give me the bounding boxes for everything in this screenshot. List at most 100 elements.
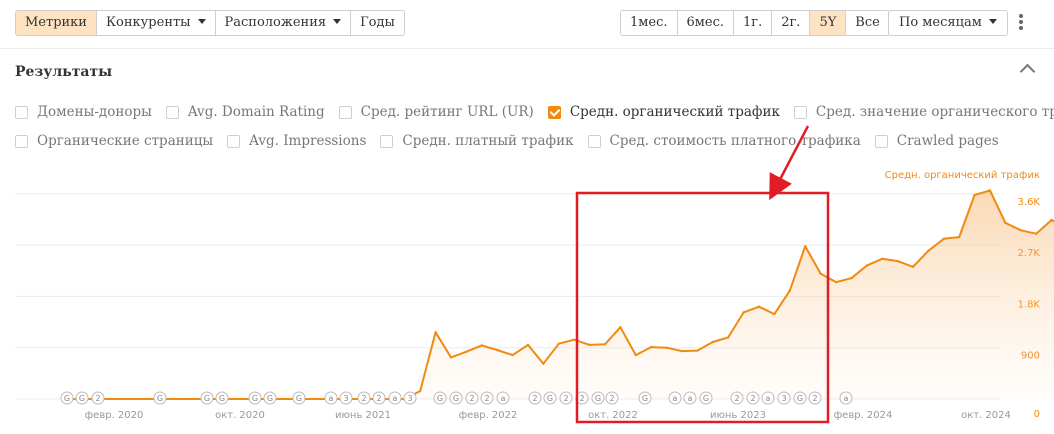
annotation-marker[interactable]: a [683, 391, 697, 405]
data-point [603, 343, 607, 346]
data-point [742, 311, 745, 314]
svg-text:2: 2 [734, 394, 739, 403]
y-tick-label: 3.6K [1018, 197, 1041, 208]
annotation-marker[interactable]: a [839, 391, 853, 405]
annotation-marker[interactable]: G [292, 391, 306, 405]
x-tick-label: февр. 2024 [834, 410, 893, 421]
annotation-marker[interactable]: G [433, 391, 447, 405]
annotation-marker[interactable]: 3 [777, 391, 791, 405]
annotation-marker[interactable]: G [591, 391, 605, 405]
annotation-marker[interactable]: a [388, 391, 402, 405]
annotation-marker[interactable]: G [543, 391, 557, 405]
svg-text:2: 2 [750, 394, 755, 403]
annotation-marker[interactable]: a [496, 391, 510, 405]
data-point [757, 305, 761, 308]
annotation-marker[interactable]: G [449, 391, 463, 405]
svg-text:3: 3 [407, 394, 412, 403]
svg-text:G: G [296, 394, 302, 403]
svg-text:3: 3 [781, 394, 786, 403]
annotation-marker[interactable]: G [60, 391, 74, 405]
data-point [696, 349, 699, 352]
data-point [865, 264, 868, 267]
data-point [141, 397, 145, 401]
data-point [1050, 218, 1053, 222]
annotation-marker[interactable]: a [761, 391, 775, 405]
svg-text:2: 2 [532, 394, 537, 403]
data-point [988, 189, 992, 192]
annotation-marker[interactable]: G [200, 391, 214, 405]
data-point [526, 343, 530, 347]
annotation-marker[interactable]: 2 [372, 391, 386, 405]
svg-text:G: G [642, 394, 648, 403]
data-point [634, 353, 637, 357]
data-point [834, 280, 838, 284]
data-point [188, 397, 191, 401]
annotation-marker[interactable]: a [324, 391, 338, 405]
svg-text:a: a [766, 394, 771, 403]
svg-text:2: 2 [812, 394, 817, 403]
svg-text:2: 2 [376, 394, 381, 403]
annotation-marker[interactable]: 2 [91, 391, 105, 405]
data-point [542, 362, 545, 365]
svg-text:G: G [204, 394, 210, 403]
svg-text:a: a [393, 394, 398, 403]
annotation-marker[interactable]: G [248, 391, 262, 405]
annotation-marker[interactable]: 3 [339, 391, 353, 405]
data-point [942, 237, 945, 240]
traffic-chart: Средн. органический трафик 09001.8K2.7K3… [15, 125, 1054, 424]
annotation-marker[interactable]: 2 [465, 391, 479, 405]
data-point [727, 336, 730, 339]
annotation-marker[interactable]: 2 [730, 391, 744, 405]
annotation-marker[interactable]: 2 [480, 391, 494, 405]
annotation-marker[interactable]: 3 [403, 391, 417, 405]
annotation-marker[interactable]: 2 [605, 391, 619, 405]
svg-text:3: 3 [343, 394, 348, 403]
data-point [619, 326, 622, 329]
data-point [711, 340, 714, 344]
svg-text:2: 2 [95, 394, 100, 403]
svg-text:G: G [595, 394, 601, 403]
annotation-marker[interactable]: 2 [808, 391, 822, 405]
data-point [665, 346, 668, 349]
data-point [1019, 229, 1022, 232]
data-point [881, 257, 884, 260]
data-point [804, 245, 807, 248]
data-point [496, 348, 499, 352]
data-point [465, 350, 468, 353]
annotation-marker[interactable]: G [215, 391, 229, 405]
y-axis-title: Средн. органический трафик [885, 170, 1040, 181]
annotation-marker[interactable]: G [75, 391, 89, 405]
annotation-marker[interactable]: G [153, 391, 167, 405]
svg-text:G: G [79, 394, 85, 403]
annotation-marker[interactable]: G [263, 391, 277, 405]
data-point [419, 389, 422, 393]
data-point [480, 344, 483, 347]
data-point [927, 249, 930, 252]
x-tick-label: окт. 2020 [215, 410, 265, 421]
x-tick-label: июнь 2021 [335, 410, 391, 421]
data-point [511, 353, 514, 357]
data-point [434, 331, 437, 334]
y-tick-label: 0 [1034, 409, 1040, 420]
series-area [66, 190, 1054, 399]
annotation-marker[interactable]: 2 [559, 391, 573, 405]
data-point [1035, 232, 1038, 235]
x-tick-label: февр. 2022 [459, 410, 518, 421]
data-point [172, 397, 175, 401]
annotation-marker[interactable]: G [793, 391, 807, 405]
annotation-marker[interactable]: G [699, 391, 713, 405]
data-point [1004, 221, 1007, 225]
svg-text:a: a [673, 394, 678, 403]
svg-text:G: G [267, 394, 273, 403]
annotation-marker[interactable]: G [638, 391, 652, 405]
svg-text:2: 2 [484, 394, 489, 403]
annotation-marker[interactable]: 2 [528, 391, 542, 405]
annotation-marker[interactable]: a [668, 391, 682, 405]
x-tick-label: февр. 2020 [85, 410, 144, 421]
svg-text:2: 2 [579, 394, 584, 403]
annotation-marker[interactable]: 2 [357, 391, 371, 405]
svg-text:a: a [329, 394, 334, 403]
svg-text:2: 2 [609, 394, 614, 403]
annotation-marker[interactable]: 2 [746, 391, 760, 405]
highlight-arrow [769, 125, 810, 201]
